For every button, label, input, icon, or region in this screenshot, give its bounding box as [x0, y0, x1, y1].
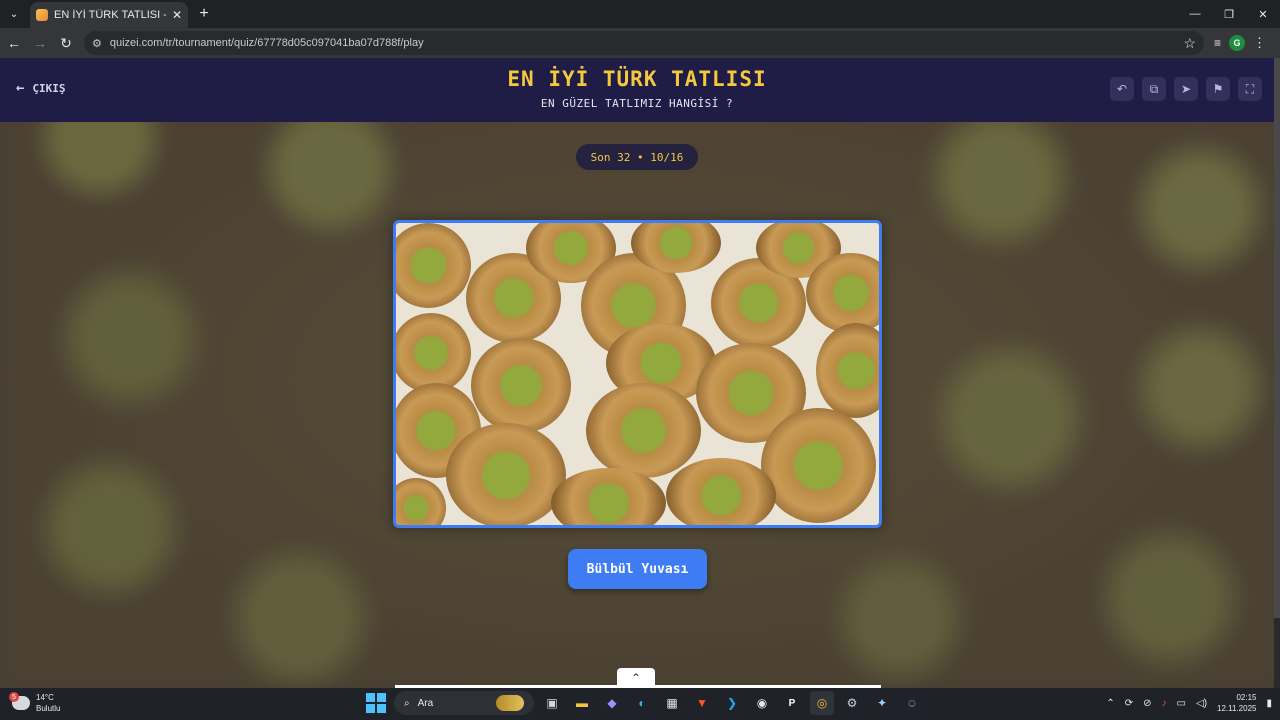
fullscreen-button[interactable]: ⛶ [1238, 77, 1262, 101]
undo-icon: ↶ [1116, 82, 1128, 96]
weather-badge: 5 [9, 692, 19, 702]
close-window-icon[interactable]: ✕ [1246, 0, 1280, 28]
chevron-up-icon: ⌃ [630, 671, 642, 685]
flag-icon: ⚑ [1212, 82, 1224, 96]
tray-chevron-icon[interactable]: ⌃ [1106, 698, 1114, 709]
site-info-icon[interactable]: ⚙ [92, 37, 102, 50]
quiz-subtitle: EN GÜZEL TATLIMIZ HANGİSİ ? [540, 97, 734, 110]
quiz-title: EN İYİ TÜRK TATLISI [507, 67, 767, 91]
minimize-icon[interactable]: — [1178, 0, 1212, 28]
report-button[interactable]: ⚑ [1206, 77, 1230, 101]
close-tab-icon[interactable]: ✕ [172, 8, 182, 22]
phpstorm-icon[interactable]: P [780, 691, 804, 715]
bookmark-star-icon[interactable]: ☆ [1183, 35, 1196, 52]
reload-icon[interactable]: ↻ [54, 31, 78, 55]
choice-button[interactable]: Bülbül Yuvası [568, 549, 707, 589]
clock-time: 02:15 [1236, 693, 1257, 702]
weather-desc: Bulutlu [36, 704, 61, 713]
favicon-icon [36, 9, 48, 21]
browser-tab[interactable]: EN İYİ TÜRK TATLISI - Tier List, ... ✕ [30, 2, 188, 28]
brave-icon[interactable]: ▼ [690, 691, 714, 715]
fullscreen-icon: ⛶ [1245, 81, 1255, 96]
profile-avatar[interactable]: G [1229, 35, 1246, 51]
address-bar[interactable]: ⚙ quizei.com/tr/tournament/quiz/67778d05… [84, 31, 1204, 55]
menu-icon[interactable]: ⋮ [1253, 35, 1266, 51]
chrome-icon[interactable]: ◎ [810, 691, 834, 715]
notification-icon[interactable]: ▮ [1266, 698, 1272, 709]
forward-icon[interactable]: → [28, 31, 52, 55]
copilot-icon[interactable]: ◆ [600, 691, 624, 715]
display-icon[interactable]: ▭ [1177, 698, 1186, 709]
share-button[interactable]: ➤ [1174, 77, 1198, 101]
file-explorer-icon[interactable]: ▬ [570, 691, 594, 715]
weather-temp: 14°C [36, 693, 54, 702]
search-highlight-image [496, 695, 524, 711]
clock[interactable]: 02:15 12.11.2025 [1217, 692, 1256, 714]
url-text[interactable]: quizei.com/tr/tournament/quiz/67778d05c0… [110, 37, 1176, 49]
copy-icon: ⧉ [1149, 81, 1159, 96]
search-placeholder: Ara [417, 697, 434, 709]
edge-icon[interactable]: ◐ [630, 691, 654, 715]
media-icon[interactable]: ≡ [1214, 36, 1221, 50]
windows-taskbar: 5 14°C Bulutlu ⌕ Ara ▣ ▬ ◆ ◐ ▦ ▼ ❯ ◉ P ◎ [0, 688, 1280, 720]
volume-icon[interactable]: ◁) [1196, 698, 1207, 709]
start-button[interactable] [364, 691, 388, 715]
dessert-image [396, 223, 879, 525]
github-icon[interactable]: ◉ [750, 691, 774, 715]
new-tab-icon[interactable]: + [194, 5, 214, 23]
restore-icon[interactable]: ❐ [1212, 0, 1246, 28]
weather-widget[interactable]: 5 14°C Bulutlu [9, 692, 61, 714]
undo-button[interactable]: ↶ [1110, 77, 1134, 101]
vscode-icon[interactable]: ❯ [720, 691, 744, 715]
store-icon[interactable]: ▦ [660, 691, 684, 715]
round-indicator: Son 32 • 10/16 [576, 144, 698, 170]
task-view-icon[interactable]: ▣ [540, 691, 564, 715]
tab-title: EN İYİ TÜRK TATLISI - Tier List, ... [54, 9, 166, 21]
discord-icon[interactable]: ☺ [900, 691, 924, 715]
network-off-icon[interactable]: ⊘ [1143, 698, 1151, 709]
sync-icon[interactable]: ⟳ [1125, 698, 1133, 709]
back-icon[interactable]: ← [2, 31, 26, 55]
steam-icon[interactable]: ⚙ [840, 691, 864, 715]
send-icon: ➤ [1180, 82, 1192, 96]
browser-tabstrip: ⌄ EN İYİ TÜRK TATLISI - Tier List, ... ✕… [0, 0, 1280, 28]
cloud-icon: 5 [9, 692, 30, 710]
tab-search-icon[interactable]: ⌄ [0, 0, 28, 28]
copy-button[interactable]: ⧉ [1142, 77, 1166, 101]
settings-app-icon[interactable]: ✦ [870, 691, 894, 715]
taskbar-search[interactable]: ⌕ Ara [394, 691, 534, 715]
quiz-header: ← ÇIKIŞ EN İYİ TÜRK TATLISI EN GÜZEL TAT… [0, 58, 1274, 122]
search-icon: ⌕ [404, 697, 410, 709]
page-scrollbar[interactable] [1274, 58, 1280, 688]
choice-image-card[interactable] [393, 220, 882, 528]
quiz-page: ← ÇIKIŞ EN İYİ TÜRK TATLISI EN GÜZEL TAT… [0, 58, 1280, 688]
clock-date: 12.11.2025 [1217, 704, 1257, 713]
microphone-icon[interactable]: ♪ [1162, 698, 1167, 709]
browser-toolbar: ← → ↻ ⚙ quizei.com/tr/tournament/quiz/67… [0, 28, 1280, 58]
